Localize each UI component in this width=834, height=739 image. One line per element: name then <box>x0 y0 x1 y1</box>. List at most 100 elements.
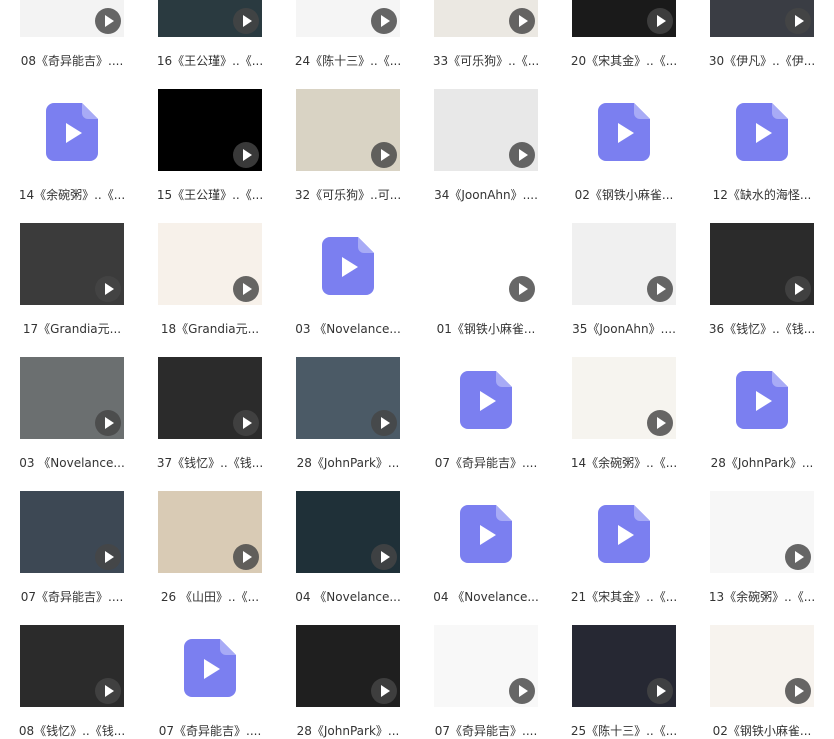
play-icon <box>371 410 397 436</box>
file-name-label[interactable]: 08《奇异能吉》.... <box>7 53 137 69</box>
video-file-icon <box>460 505 512 563</box>
video-thumbnail-tile[interactable] <box>434 0 538 37</box>
file-name-label[interactable]: 12《缺水的海怪... <box>697 187 827 203</box>
video-thumbnail-tile[interactable] <box>296 89 400 171</box>
file-name-label[interactable]: 16《王公瑾》..《... <box>145 53 275 69</box>
file-name-label[interactable]: 21《宋其金》..《... <box>559 589 689 605</box>
play-icon <box>371 678 397 704</box>
file-name-label[interactable]: 36《钱忆》..《钱... <box>697 321 827 337</box>
video-thumbnail-tile[interactable] <box>296 625 400 707</box>
video-thumbnail-tile[interactable] <box>710 625 814 707</box>
play-icon <box>509 8 535 34</box>
video-thumbnail-tile[interactable] <box>158 89 262 171</box>
video-file-icon <box>184 639 236 697</box>
file-name-label[interactable]: 28《JohnPark》... <box>283 455 413 471</box>
video-thumbnail-tile[interactable] <box>20 357 124 439</box>
play-icon <box>785 678 811 704</box>
file-name-label[interactable]: 20《宋其金》..《... <box>559 53 689 69</box>
play-icon <box>233 276 259 302</box>
video-thumbnail-tile[interactable] <box>296 491 400 573</box>
file-name-label[interactable]: 02《钢铁小麻雀... <box>559 187 689 203</box>
file-name-label[interactable]: 33《可乐狗》..《... <box>421 53 551 69</box>
play-icon <box>95 276 121 302</box>
file-name-label[interactable]: 02《钢铁小麻雀... <box>697 723 827 739</box>
video-file-tile[interactable] <box>20 89 124 171</box>
video-thumbnail-tile[interactable] <box>158 0 262 37</box>
play-icon <box>371 142 397 168</box>
play-icon <box>647 678 673 704</box>
file-name-label[interactable]: 32《可乐狗》..可... <box>283 187 413 203</box>
video-thumbnail-tile[interactable] <box>572 0 676 37</box>
file-name-label[interactable]: 18《Grandia元... <box>145 321 275 337</box>
file-name-label[interactable]: 03 《Novelance... <box>7 455 137 471</box>
play-icon <box>509 678 535 704</box>
video-file-tile[interactable] <box>572 89 676 171</box>
play-icon <box>785 8 811 34</box>
file-name-label[interactable]: 07《奇异能吉》.... <box>421 455 551 471</box>
file-name-label[interactable]: 15《王公瑾》..《... <box>145 187 275 203</box>
video-file-tile[interactable] <box>434 491 538 573</box>
video-file-tile[interactable] <box>158 625 262 707</box>
file-name-label[interactable]: 07《奇异能吉》.... <box>421 723 551 739</box>
file-name-label[interactable]: 17《Grandia元... <box>7 321 137 337</box>
video-thumbnail-tile[interactable] <box>434 223 538 305</box>
video-file-icon <box>322 237 374 295</box>
video-file-tile[interactable] <box>434 357 538 439</box>
play-icon <box>647 410 673 436</box>
file-name-label[interactable]: 30《伊凡》..《伊... <box>697 53 827 69</box>
video-thumbnail-tile[interactable] <box>158 491 262 573</box>
play-icon <box>647 276 673 302</box>
file-name-label[interactable]: 35《JoonAhn》.... <box>559 321 689 337</box>
file-name-label[interactable]: 14《余碗粥》..《... <box>7 187 137 203</box>
video-thumbnail-tile[interactable] <box>434 625 538 707</box>
video-thumbnail-tile[interactable] <box>20 223 124 305</box>
video-thumbnail-tile[interactable] <box>572 625 676 707</box>
video-thumbnail-tile[interactable] <box>710 0 814 37</box>
video-thumbnail-tile[interactable] <box>158 357 262 439</box>
file-name-label[interactable]: 04 《Novelance... <box>283 589 413 605</box>
play-icon <box>95 678 121 704</box>
play-icon <box>785 544 811 570</box>
file-name-label[interactable]: 28《JohnPark》... <box>697 455 827 471</box>
video-thumbnail-tile[interactable] <box>434 89 538 171</box>
file-name-label[interactable]: 07《奇异能吉》.... <box>145 723 275 739</box>
play-icon <box>95 410 121 436</box>
file-name-label[interactable]: 13《余碗粥》..《... <box>697 589 827 605</box>
file-name-label[interactable]: 34《JoonAhn》.... <box>421 187 551 203</box>
video-thumbnail-tile[interactable] <box>296 357 400 439</box>
file-name-label[interactable]: 24《陈十三》..《... <box>283 53 413 69</box>
video-thumbnail-tile[interactable] <box>20 0 124 37</box>
file-name-label[interactable]: 08《钱忆》..《钱... <box>7 723 137 739</box>
video-thumbnail-tile[interactable] <box>572 223 676 305</box>
play-icon <box>233 410 259 436</box>
video-file-tile[interactable] <box>710 357 814 439</box>
video-file-icon <box>598 505 650 563</box>
file-name-label[interactable]: 28《JohnPark》... <box>283 723 413 739</box>
video-thumbnail-tile[interactable] <box>710 491 814 573</box>
video-file-icon <box>598 103 650 161</box>
file-name-label[interactable]: 25《陈十三》..《... <box>559 723 689 739</box>
video-file-icon <box>46 103 98 161</box>
play-icon <box>95 544 121 570</box>
file-name-label[interactable]: 01《钢铁小麻雀... <box>421 321 551 337</box>
video-thumbnail-tile[interactable] <box>158 223 262 305</box>
video-thumbnail-tile[interactable] <box>710 223 814 305</box>
video-thumbnail-tile[interactable] <box>572 357 676 439</box>
video-thumbnail-tile[interactable] <box>296 0 400 37</box>
video-thumbnail-tile[interactable] <box>20 491 124 573</box>
play-icon <box>233 8 259 34</box>
file-name-label[interactable]: 07《奇异能吉》.... <box>7 589 137 605</box>
file-name-label[interactable]: 04 《Novelance... <box>421 589 551 605</box>
play-icon <box>371 544 397 570</box>
file-name-label[interactable]: 37《钱忆》..《钱... <box>145 455 275 471</box>
video-file-tile[interactable] <box>572 491 676 573</box>
file-name-label[interactable]: 03 《Novelance... <box>283 321 413 337</box>
file-name-label[interactable]: 26 《山田》..《... <box>145 589 275 605</box>
play-icon <box>95 8 121 34</box>
video-thumbnail-tile[interactable] <box>20 625 124 707</box>
video-file-icon <box>736 371 788 429</box>
file-name-label[interactable]: 14《余碗粥》..《... <box>559 455 689 471</box>
play-icon <box>233 544 259 570</box>
video-file-tile[interactable] <box>296 223 400 305</box>
video-file-tile[interactable] <box>710 89 814 171</box>
